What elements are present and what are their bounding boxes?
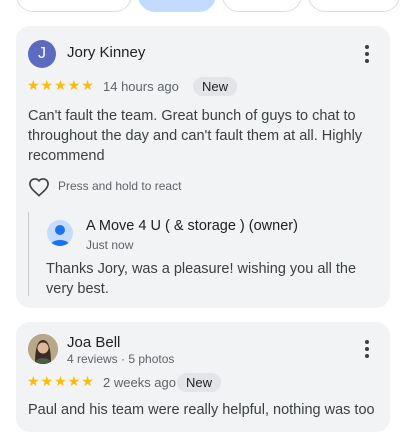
owner-reply-text: Thanks Jory, was a pleasure! wishing you… bbox=[46, 261, 357, 297]
filter-chip[interactable] bbox=[222, 0, 302, 12]
new-badge: New bbox=[193, 77, 238, 96]
review-card: J Jory Kinney ★★★★★ 14 hours ago New Can… bbox=[16, 26, 390, 308]
reviewer-avatar[interactable]: J bbox=[28, 40, 56, 68]
review-time: 14 hours ago bbox=[103, 79, 179, 94]
review-time: 2 weeks ago bbox=[103, 375, 176, 390]
owner-reply-time: Just now bbox=[86, 238, 134, 252]
star-rating: ★★★★★ bbox=[27, 77, 95, 93]
owner-reply: A Move 4 U ( & storage ) (owner) Just no… bbox=[28, 212, 379, 297]
more-vert-icon[interactable] bbox=[364, 45, 370, 63]
new-badge: New bbox=[177, 373, 222, 392]
filter-chip-selected[interactable] bbox=[138, 0, 216, 12]
heart-outline-icon bbox=[29, 178, 49, 197]
reviewer-name[interactable]: Jory Kinney bbox=[67, 44, 145, 61]
filter-chip-row bbox=[0, 0, 406, 12]
reviewer-avatar[interactable] bbox=[28, 334, 58, 364]
filter-chip[interactable] bbox=[16, 0, 132, 12]
filter-chip[interactable] bbox=[308, 0, 400, 12]
owner-name: A Move 4 U ( & storage ) (owner) bbox=[86, 218, 298, 234]
more-vert-icon[interactable] bbox=[364, 340, 370, 358]
review-text: Paul and his team were really helpful, n… bbox=[28, 402, 375, 418]
person-icon bbox=[47, 220, 73, 246]
review-card: Joa Bell 4 reviews · 5 photos ★★★★★ 2 we… bbox=[16, 322, 390, 432]
reviewer-name[interactable]: Joa Bell bbox=[67, 334, 120, 351]
react-label: Press and hold to react bbox=[58, 179, 182, 193]
review-text: Can't fault the team. Great bunch of guy… bbox=[28, 108, 363, 164]
star-rating: ★★★★★ bbox=[27, 373, 95, 389]
reviewer-meta: 4 reviews · 5 photos bbox=[67, 352, 175, 366]
